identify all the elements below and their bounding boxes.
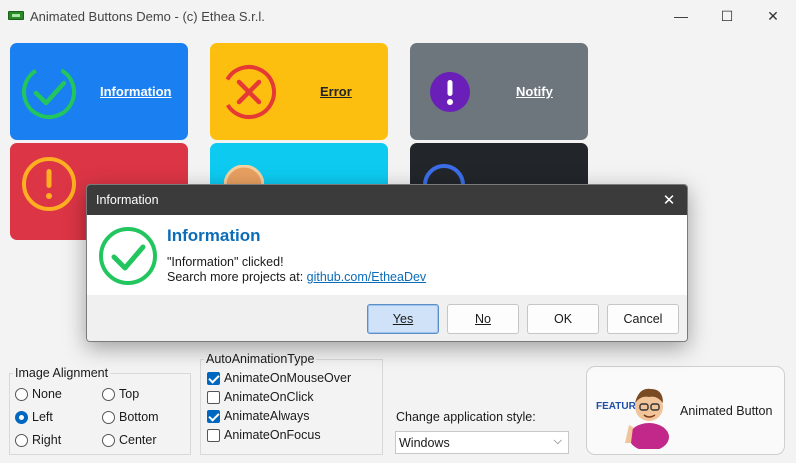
- radio-dot: [102, 433, 115, 447]
- radio-dot-selected: [15, 410, 28, 424]
- dialog-title-bar: Information ✕: [87, 185, 687, 215]
- check-circle-icon: [99, 227, 157, 285]
- information-dialog: Information ✕ Information "Information" …: [86, 184, 688, 342]
- radio-dot: [15, 433, 28, 447]
- dialog-close-icon[interactable]: ✕: [657, 188, 681, 212]
- exclamation-circle-icon: [22, 157, 76, 211]
- github-link[interactable]: github.com/EtheaDev: [307, 270, 427, 284]
- cancel-button[interactable]: Cancel: [607, 304, 679, 334]
- information-label: Information: [100, 84, 172, 99]
- x-circle-icon: [222, 65, 277, 119]
- checkbox-box: [207, 390, 220, 404]
- dialog-title: Information: [96, 193, 159, 207]
- app-icon: [8, 11, 24, 20]
- image-alignment-title: Image Alignment: [13, 366, 111, 380]
- checkbox-animate-on-click[interactable]: AnimateOnClick: [207, 390, 314, 404]
- dialog-message: "Information" clicked!: [167, 255, 284, 269]
- close-button[interactable]: ✕: [750, 0, 796, 32]
- radio-none[interactable]: None: [15, 387, 62, 401]
- dialog-heading: Information: [167, 226, 261, 245]
- check-circle-icon: [21, 65, 76, 119]
- notify-button[interactable]: Notify: [410, 43, 588, 140]
- notify-label: Notify: [516, 84, 553, 99]
- checkbox-animate-always[interactable]: AnimateAlways: [207, 409, 309, 423]
- window-title: Animated Buttons Demo - (c) Ethea S.r.l.: [30, 9, 265, 24]
- auto-animation-title: AutoAnimationType: [204, 352, 317, 366]
- radio-center[interactable]: Center: [102, 433, 157, 447]
- style-select[interactable]: Windows ⌵: [395, 431, 569, 454]
- yes-button[interactable]: Yes: [367, 304, 439, 334]
- checkbox-box: [207, 428, 220, 442]
- information-button[interactable]: Information: [10, 43, 188, 140]
- error-label: Error: [320, 84, 352, 99]
- error-button[interactable]: Error: [210, 43, 388, 140]
- maximize-button[interactable]: ☐: [704, 0, 750, 32]
- style-label: Change application style:: [396, 410, 536, 424]
- exclamation-filled-icon: [430, 72, 470, 112]
- chevron-down-icon: ⌵: [553, 435, 562, 447]
- checkbox-animate-on-focus[interactable]: AnimateOnFocus: [207, 428, 321, 442]
- radio-dot: [102, 387, 115, 401]
- radio-right[interactable]: Right: [15, 433, 61, 447]
- checkbox-box-checked: [207, 409, 220, 423]
- radio-top[interactable]: Top: [102, 387, 139, 401]
- radio-bottom[interactable]: Bottom: [102, 410, 159, 424]
- checkbox-animate-on-mouse-over[interactable]: AnimateOnMouseOver: [207, 371, 351, 385]
- checkbox-box-checked: [207, 371, 220, 385]
- ok-button[interactable]: OK: [527, 304, 599, 334]
- radio-dot: [102, 410, 115, 424]
- no-button[interactable]: No: [447, 304, 519, 334]
- dialog-search-line: Search more projects at: github.com/Ethe…: [167, 270, 427, 284]
- feature-button-label: Animated Button: [680, 404, 773, 418]
- animated-feature-button[interactable]: FEATURE Animated Button: [586, 366, 785, 455]
- style-select-value: Windows: [399, 436, 450, 450]
- title-bar: Animated Buttons Demo - (c) Ethea S.r.l.…: [0, 0, 796, 32]
- dialog-footer: Yes No OK Cancel: [87, 295, 687, 341]
- feature-avatar-icon: FEATURE: [595, 388, 669, 449]
- radio-dot: [15, 387, 28, 401]
- radio-left[interactable]: Left: [15, 410, 53, 424]
- minimize-button[interactable]: —: [658, 0, 704, 32]
